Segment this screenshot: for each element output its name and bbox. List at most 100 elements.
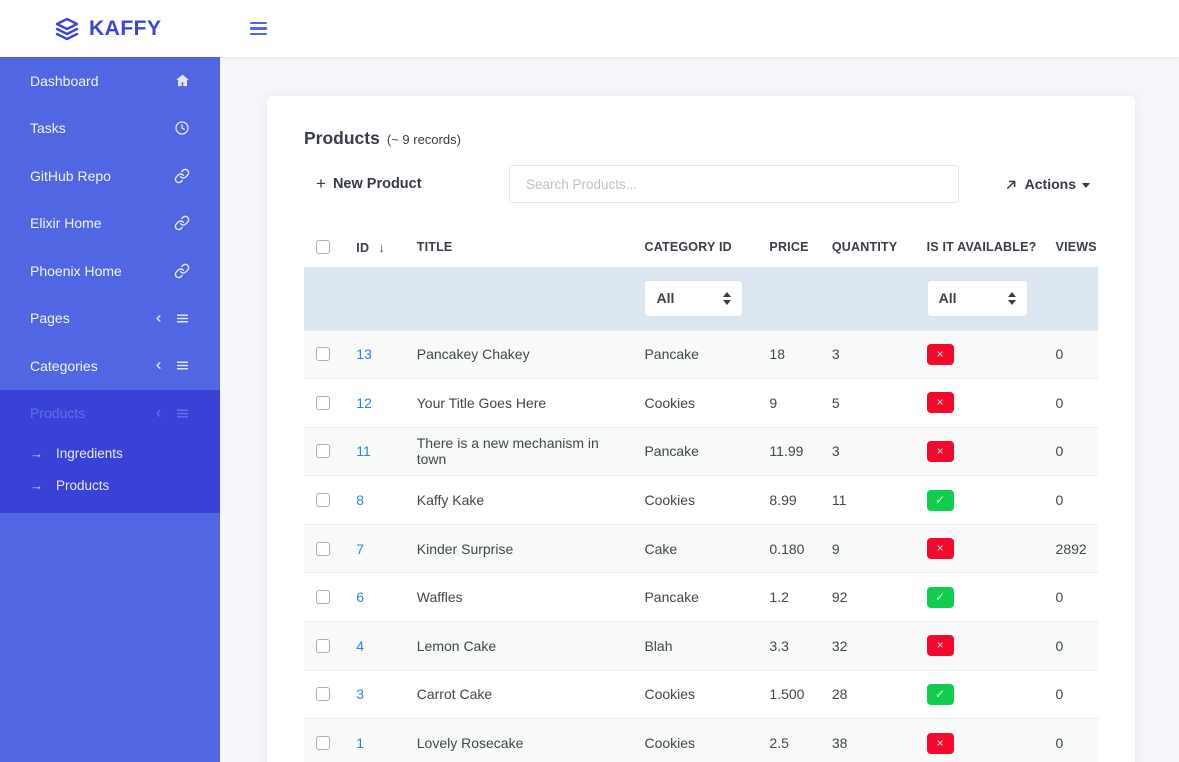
availability-badge: ✓	[927, 587, 954, 608]
sidebar-item-categories[interactable]: Categories	[0, 342, 220, 390]
column-header-category[interactable]: CATEGORY ID	[632, 227, 757, 267]
column-header-price[interactable]: PRICE	[757, 227, 819, 267]
row-id-link[interactable]: 3	[356, 686, 364, 702]
sidebar-group-products: Products → Ingredients → Products	[0, 390, 220, 514]
cell-views: 0	[1044, 622, 1098, 671]
row-checkbox[interactable]	[316, 687, 330, 701]
menu-icon	[250, 22, 267, 24]
column-header-id[interactable]: ID↓	[344, 227, 404, 267]
cell-quantity: 3	[820, 330, 915, 379]
cell-title: There is a new mechanism in town	[405, 427, 633, 476]
row-id-link[interactable]: 7	[356, 541, 364, 557]
available-filter-select[interactable]: All	[927, 280, 1028, 317]
cell-quantity: 5	[820, 379, 915, 428]
table-row: 4 Lemon Cake Blah 3.3 32 × 0	[304, 622, 1098, 671]
sidebar-subitem-products[interactable]: → Products	[0, 469, 220, 501]
cell-category: Cookies	[632, 379, 757, 428]
plus-icon: +	[316, 174, 326, 194]
cell-price: 1.500	[757, 670, 819, 719]
sidebar-item-github-repo[interactable]: GitHub Repo	[0, 152, 220, 200]
cell-title: Lemon Cake	[405, 622, 633, 671]
category-filter-select[interactable]: All	[644, 280, 743, 317]
brand-logo[interactable]: KAFFY	[0, 17, 220, 41]
cell-title: Kinder Surprise	[405, 524, 633, 573]
arrow-right-icon: →	[30, 446, 43, 461]
row-checkbox[interactable]	[316, 736, 330, 750]
layers-icon	[55, 17, 79, 41]
cell-category: Blah	[632, 622, 757, 671]
top-navbar: KAFFY	[0, 0, 1179, 57]
cell-category: Pancake	[632, 573, 757, 622]
cell-price: 9	[757, 379, 819, 428]
cell-views: 0	[1044, 719, 1098, 762]
row-checkbox[interactable]	[316, 396, 330, 410]
select-all-checkbox[interactable]	[316, 240, 330, 254]
column-header-quantity[interactable]: QUANTITY	[820, 227, 915, 267]
main-content: Products (~ 9 records) + New Product Act…	[220, 57, 1179, 762]
chevron-down-icon	[1082, 183, 1090, 188]
cell-category: Cookies	[632, 670, 757, 719]
row-id-link[interactable]: 8	[356, 492, 364, 508]
new-product-button[interactable]: + New Product	[304, 174, 509, 194]
sidebar-item-dashboard[interactable]: Dashboard	[0, 57, 220, 105]
cell-title: Carrot Cake	[405, 670, 633, 719]
page-title: Products	[304, 128, 380, 149]
sidebar-subitem-ingredients[interactable]: → Ingredients	[0, 437, 220, 469]
cell-views: 0	[1044, 573, 1098, 622]
sidebar-item-tasks[interactable]: Tasks	[0, 105, 220, 153]
column-header-views[interactable]: VIEWS	[1044, 227, 1098, 267]
cell-category: Cake	[632, 524, 757, 573]
actions-dropdown-button[interactable]: Actions	[1004, 176, 1090, 192]
row-checkbox[interactable]	[316, 590, 330, 604]
brand-name: KAFFY	[89, 17, 162, 41]
row-id-link[interactable]: 13	[356, 346, 372, 362]
search-input[interactable]	[509, 165, 959, 203]
row-checkbox[interactable]	[316, 542, 330, 556]
row-id-link[interactable]: 12	[356, 395, 372, 411]
arrow-up-right-icon	[1004, 177, 1019, 192]
chevron-left-icon	[153, 408, 164, 419]
menu-icon	[175, 312, 190, 325]
cell-price: 1.2	[757, 573, 819, 622]
filter-row: All All	[304, 267, 1098, 330]
products-table: ID↓ TITLE CATEGORY ID PRICE QUANTITY IS …	[304, 227, 1098, 762]
sidebar-toggle-button[interactable]	[246, 18, 271, 39]
cell-quantity: 28	[820, 670, 915, 719]
table-row: 1 Lovely Rosecake Cookies 2.5 38 × 0	[304, 719, 1098, 762]
arrow-right-icon: →	[30, 478, 43, 493]
sidebar-item-pages[interactable]: Pages	[0, 295, 220, 343]
cell-title: Kaffy Kake	[405, 476, 633, 525]
row-checkbox[interactable]	[316, 347, 330, 361]
column-header-available[interactable]: IS IT AVAILABLE?	[915, 227, 1044, 267]
column-header-title[interactable]: TITLE	[405, 227, 633, 267]
availability-badge: ×	[927, 538, 954, 559]
cell-price: 11.99	[757, 427, 819, 476]
cell-views: 0	[1044, 330, 1098, 379]
availability-badge: ×	[927, 635, 954, 656]
sidebar-item-phoenix-home[interactable]: Phoenix Home	[0, 247, 220, 295]
select-arrows-icon	[1008, 292, 1016, 305]
availability-badge: ×	[927, 733, 954, 754]
table-row: 7 Kinder Surprise Cake 0.180 9 × 2892	[304, 524, 1098, 573]
row-id-link[interactable]: 1	[356, 735, 364, 751]
cell-title: Waffles	[405, 573, 633, 622]
row-checkbox[interactable]	[316, 639, 330, 653]
cell-price: 2.5	[757, 719, 819, 762]
menu-icon	[175, 407, 190, 420]
cell-views: 0	[1044, 379, 1098, 428]
table-row: 8 Kaffy Kake Cookies 8.99 11 ✓ 0	[304, 476, 1098, 525]
availability-badge: ×	[927, 392, 954, 413]
cell-category: Cookies	[632, 719, 757, 762]
clock-icon	[174, 120, 190, 136]
link-icon	[174, 168, 190, 184]
sidebar-item-products[interactable]: Products	[0, 390, 220, 438]
availability-badge: ×	[927, 344, 954, 365]
row-checkbox[interactable]	[316, 493, 330, 507]
row-id-link[interactable]: 6	[356, 589, 364, 605]
row-id-link[interactable]: 11	[356, 443, 371, 459]
row-id-link[interactable]: 4	[356, 638, 364, 654]
cell-category: Cookies	[632, 476, 757, 525]
sidebar-item-elixir-home[interactable]: Elixir Home	[0, 200, 220, 248]
cell-price: 18	[757, 330, 819, 379]
row-checkbox[interactable]	[316, 444, 330, 458]
